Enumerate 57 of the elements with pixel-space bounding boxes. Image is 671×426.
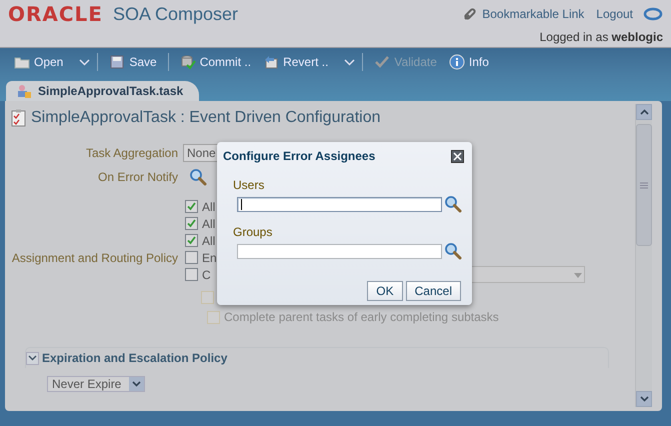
- checkbox-label: En: [202, 250, 217, 264]
- commit-icon: [180, 54, 196, 70]
- grip-icon[interactable]: [640, 182, 648, 188]
- checkbox[interactable]: [185, 234, 198, 247]
- search-icon[interactable]: [444, 195, 462, 213]
- checkbox-label: Complete parent tasks of early completing subtasks: [224, 310, 499, 324]
- caret-icon[interactable]: [344, 58, 356, 66]
- field-label: Users: [233, 178, 266, 192]
- dialog-button[interactable]: Cancel: [406, 281, 461, 301]
- chevron-icon: [28, 355, 37, 361]
- input-field[interactable]: [237, 196, 442, 212]
- close-button[interactable]: [451, 150, 464, 162]
- input-field[interactable]: [237, 244, 442, 258]
- checkbox-label: C: [202, 268, 211, 282]
- toolbar-button[interactable]: Save: [105, 54, 161, 70]
- chain-link-icon: [462, 6, 478, 22]
- checkbox[interactable]: [185, 268, 198, 281]
- product-name: SOA Composer: [112, 4, 238, 24]
- field-label: Task Aggregation: [84, 146, 179, 160]
- dialog-title: Configure Error Assignees: [223, 149, 376, 163]
- field-label: Assignment and Routing Policy: [12, 250, 178, 264]
- checkbox[interactable]: [185, 217, 198, 230]
- scrollbar[interactable]: [635, 104, 652, 407]
- dialog-button[interactable]: OK: [367, 281, 403, 301]
- section-title: Expiration and Escalation Policy: [42, 351, 228, 365]
- toolbar-button[interactable]: Info: [444, 54, 493, 70]
- chevron-icon: [132, 381, 142, 387]
- revert-icon: [263, 54, 280, 70]
- collapse-toggle[interactable]: [26, 352, 39, 364]
- field-label: Groups: [233, 225, 274, 239]
- dropdown[interactable]: [471, 266, 585, 283]
- panel-title: SimpleApprovalTask : Event Driven Configuration: [31, 109, 380, 127]
- search-icon[interactable]: [189, 168, 207, 186]
- toolbar-button[interactable]: Revert ..: [259, 54, 332, 70]
- save-icon: [109, 54, 126, 70]
- search-icon[interactable]: [444, 242, 462, 260]
- clipboard-icon: [11, 109, 27, 127]
- info-icon: [448, 54, 465, 70]
- checkbox[interactable]: [185, 251, 198, 264]
- check-icon: [374, 54, 390, 70]
- tab[interactable]: SimpleApprovalTask.task: [6, 81, 200, 101]
- header-link[interactable]: Logout: [596, 7, 633, 21]
- checkbox-label: All: [202, 234, 216, 248]
- checkbox-label: All: [202, 216, 216, 230]
- login-status: Logged in as weblogic: [540, 30, 663, 44]
- toolbar-button[interactable]: Commit ..: [176, 54, 256, 70]
- checkbox-label: All: [202, 200, 216, 214]
- caret-icon[interactable]: [79, 58, 90, 66]
- logo: ORACLE: [8, 2, 103, 26]
- checkbox[interactable]: [185, 200, 198, 213]
- task-aggregation-select[interactable]: None: [183, 144, 220, 162]
- header-link[interactable]: Bookmarkable Link: [482, 7, 584, 21]
- oracle-oval-icon: [643, 7, 663, 21]
- toolbar-button[interactable]: Open: [10, 54, 68, 70]
- field-label: On Error Notify: [96, 170, 179, 184]
- expiration-select[interactable]: Never Expire: [47, 376, 146, 392]
- user-task-icon: [16, 83, 32, 99]
